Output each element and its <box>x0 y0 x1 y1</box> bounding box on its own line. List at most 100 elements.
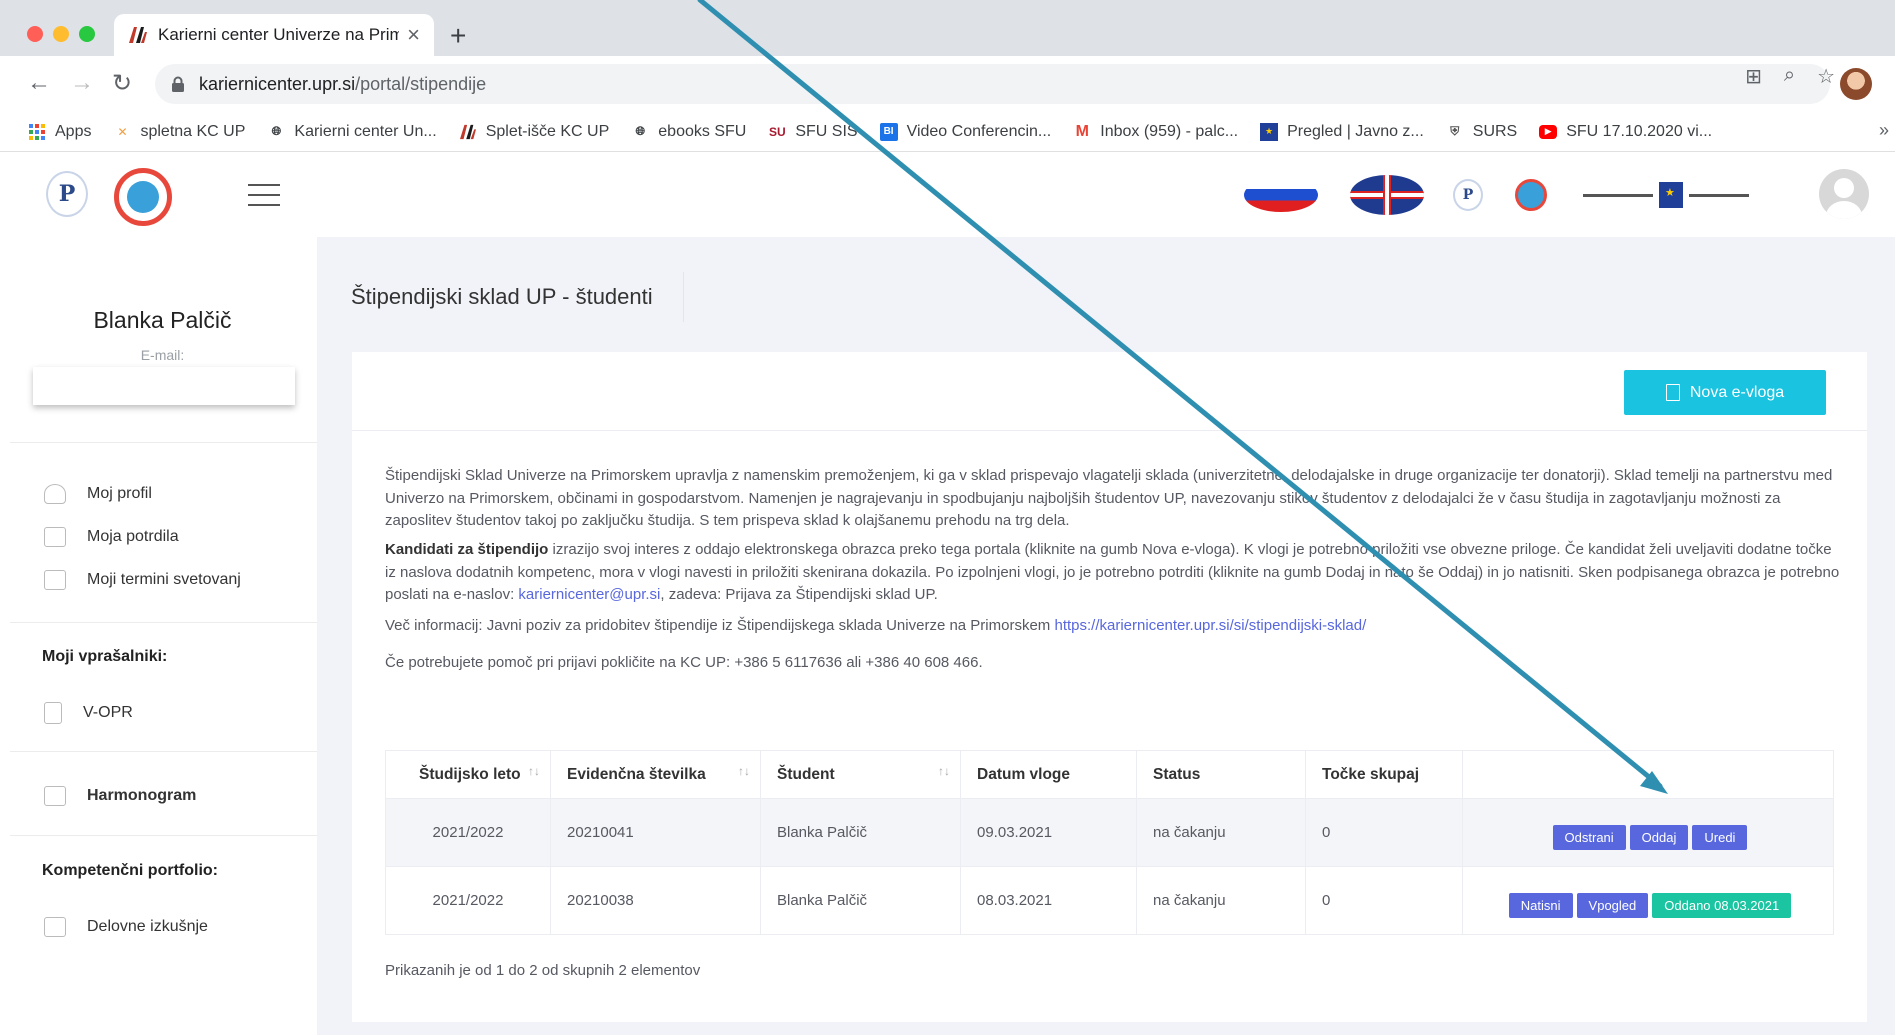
sidebar-item-label: Moj profil <box>87 485 152 502</box>
sidebar-divider <box>10 622 317 623</box>
sidebar-divider <box>10 442 317 443</box>
sidebar-item-harmonogram[interactable]: Harmonogram <box>44 786 196 806</box>
kc-up-icon: ✕ <box>117 124 128 139</box>
translate-icon[interactable]: ⊞ <box>1745 64 1762 89</box>
user-profile-icon <box>44 484 66 504</box>
more-bookmarks-chevron-icon[interactable]: » <box>1879 120 1889 141</box>
bookmark-star-icon[interactable]: ☆ <box>1817 64 1835 89</box>
candidates-tail: , zadeva: Prijava za Štipendijski sklad … <box>660 586 938 603</box>
briefcase-icon <box>44 917 66 937</box>
window-close-button[interactable] <box>27 26 43 42</box>
sort-icon[interactable]: ↑↓ <box>938 764 950 778</box>
bookmark-karierni-center[interactable]: 🌐︎ Karierni center Un... <box>267 123 437 141</box>
submitted-badge: Oddano 08.03.2021 <box>1652 893 1792 918</box>
chart-icon <box>44 786 66 806</box>
new-application-button[interactable]: Nova e-vloga <box>1624 370 1826 415</box>
bookmark-pregled[interactable]: ★ Pregled | Javno z... <box>1260 122 1424 141</box>
bookmark-sfu-sis[interactable]: SU SFU SIS <box>768 123 858 141</box>
browser-tab-bar: Karierni center Univerze na Prim × + <box>0 0 1895 56</box>
slovenian-flag-icon[interactable] <box>1244 178 1318 212</box>
sidebar-item-label: Harmonogram <box>87 787 197 804</box>
remove-button[interactable]: Odstrani <box>1552 825 1626 850</box>
sidebar-item-moja-potrdila[interactable]: Moja potrdila <box>44 527 179 547</box>
cell-student: Blanka Palčič <box>760 798 961 867</box>
uk-flag-icon[interactable] <box>1350 175 1424 215</box>
bookmark-sfu-video[interactable]: ▶ SFU 17.10.2020 vi... <box>1539 123 1712 141</box>
bookmark-video-conferencing[interactable]: BI Video Conferencin... <box>879 122 1052 141</box>
submit-button[interactable]: Oddaj <box>1629 825 1689 850</box>
more-info-paragraph: Več informacij: Javni poziv za pridobite… <box>385 615 1840 638</box>
print-button[interactable]: Natisni <box>1508 893 1573 918</box>
sidebar: Blanka Palčič E-mail: Moj profil Moja po… <box>0 237 317 1035</box>
browser-toolbar: ← → ↻ kariernicenter.upr.si/portal/stipe… <box>0 56 1895 112</box>
bookmark-surs[interactable]: ⛨ SURS <box>1446 123 1517 141</box>
more-info-link[interactable]: https://kariernicenter.upr.si/si/stipend… <box>1054 617 1366 634</box>
eu-icon: ★ <box>1260 122 1279 141</box>
column-header-label: Evidenčna številka <box>567 765 706 783</box>
browser-tab[interactable]: Karierni center Univerze na Prim × <box>114 14 434 56</box>
column-header-student[interactable]: Študent ↑↓ <box>760 750 961 799</box>
sidebar-item-label: Moja potrdila <box>87 528 179 545</box>
document-icon <box>44 702 62 724</box>
user-name: Blanka Palčič <box>93 307 232 333</box>
column-header-label: Datum vloge <box>977 765 1071 783</box>
table-row: 2021/2022 20210038 Blanka Palčič 08.03.2… <box>385 866 1834 935</box>
edit-button[interactable]: Uredi <box>1692 825 1748 850</box>
bookmark-apps[interactable]: Apps <box>28 123 91 141</box>
bookmark-splet-isce[interactable]: Splet-išče KC UP <box>459 123 609 141</box>
forward-arrow-icon[interactable]: → <box>70 69 94 97</box>
view-button[interactable]: Vpogled <box>1576 893 1649 918</box>
back-arrow-icon[interactable]: ← <box>27 69 51 97</box>
zoom-icon[interactable]: ⌕ <box>1784 64 1795 89</box>
university-mini-logo: P <box>1453 179 1483 211</box>
sidebar-item-delovne-izkusnje[interactable]: Delovne izkušnje <box>44 917 208 937</box>
career-center-logo[interactable] <box>114 168 172 226</box>
up-logo-icon <box>128 26 148 44</box>
reload-icon[interactable]: ↻ <box>112 69 132 98</box>
page-title: Štipendijski sklad UP - študenti <box>351 284 653 309</box>
close-icon[interactable]: × <box>407 22 420 48</box>
cell-actions: Odstrani Oddaj Uredi <box>1462 798 1834 867</box>
portfolio-heading: Kompetenčni portfolio: <box>42 862 218 879</box>
bookmark-inbox[interactable]: M Inbox (959) - palc... <box>1073 123 1239 141</box>
address-bar[interactable]: kariernicenter.upr.si/portal/stipendije <box>155 64 1830 104</box>
new-application-label: Nova e-vloga <box>1689 383 1785 401</box>
career-center-mini-logo <box>1515 179 1547 211</box>
hamburger-menu-icon[interactable] <box>248 184 280 214</box>
email-link[interactable]: kariernicenter@upr.si <box>518 586 660 603</box>
questionnaires-heading: Moji vprašalniki: <box>42 648 168 665</box>
cell-status: na čakanju <box>1136 866 1306 935</box>
column-header-label: Študent <box>777 765 835 783</box>
bookmark-label: Apps <box>55 122 92 140</box>
sidebar-item-v-opr[interactable]: V-OPR <box>44 702 133 724</box>
cell-date: 08.03.2021 <box>960 866 1137 935</box>
university-logo[interactable]: P <box>46 171 88 217</box>
sort-icon[interactable]: ↑↓ <box>738 764 750 778</box>
column-header-number[interactable]: Evidenčna številka ↑↓ <box>550 750 761 799</box>
chart-icon <box>44 527 66 547</box>
new-tab-button[interactable]: + <box>450 20 466 52</box>
user-avatar[interactable] <box>1819 169 1869 219</box>
cell-points: 0 <box>1305 798 1463 867</box>
bookmark-ebooks-sfu[interactable]: 🌐︎ ebooks SFU <box>631 123 746 141</box>
sidebar-divider <box>10 835 317 836</box>
applications-table: Študijsko leto ↑↓ Evidenčna številka ↑↓ Št… <box>385 750 1834 935</box>
sort-icon[interactable]: ↑↓ <box>528 764 540 778</box>
lock-icon <box>171 76 185 92</box>
bookmark-label: spletna KC UP <box>140 122 246 140</box>
sidebar-item-termini-svetovanj[interactable]: Moji termini svetovanj <box>44 570 241 590</box>
window-maximize-button[interactable] <box>79 26 95 42</box>
window-minimize-button[interactable] <box>53 26 69 42</box>
bookmark-spletna-kc-up[interactable]: ✕ spletna KC UP <box>113 123 245 141</box>
browser-profile-avatar[interactable] <box>1840 68 1872 100</box>
cell-year: 2021/2022 <box>385 866 551 935</box>
cell-actions: Natisni Vpogled Oddano 08.03.2021 <box>1462 866 1834 935</box>
cell-number: 20210041 <box>550 798 761 867</box>
column-header-label: Študijsko leto <box>419 765 521 783</box>
cell-date: 09.03.2021 <box>960 798 1137 867</box>
table-info: Prikazanih je od 1 do 2 od skupnih 2 ele… <box>385 962 701 979</box>
sidebar-item-moj-profil[interactable]: Moj profil <box>44 484 152 504</box>
column-header-year[interactable]: Študijsko leto ↑↓ <box>385 750 551 799</box>
bookmark-label: Video Conferencin... <box>906 122 1052 140</box>
sidebar-item-label: Moji termini svetovanj <box>87 571 241 588</box>
